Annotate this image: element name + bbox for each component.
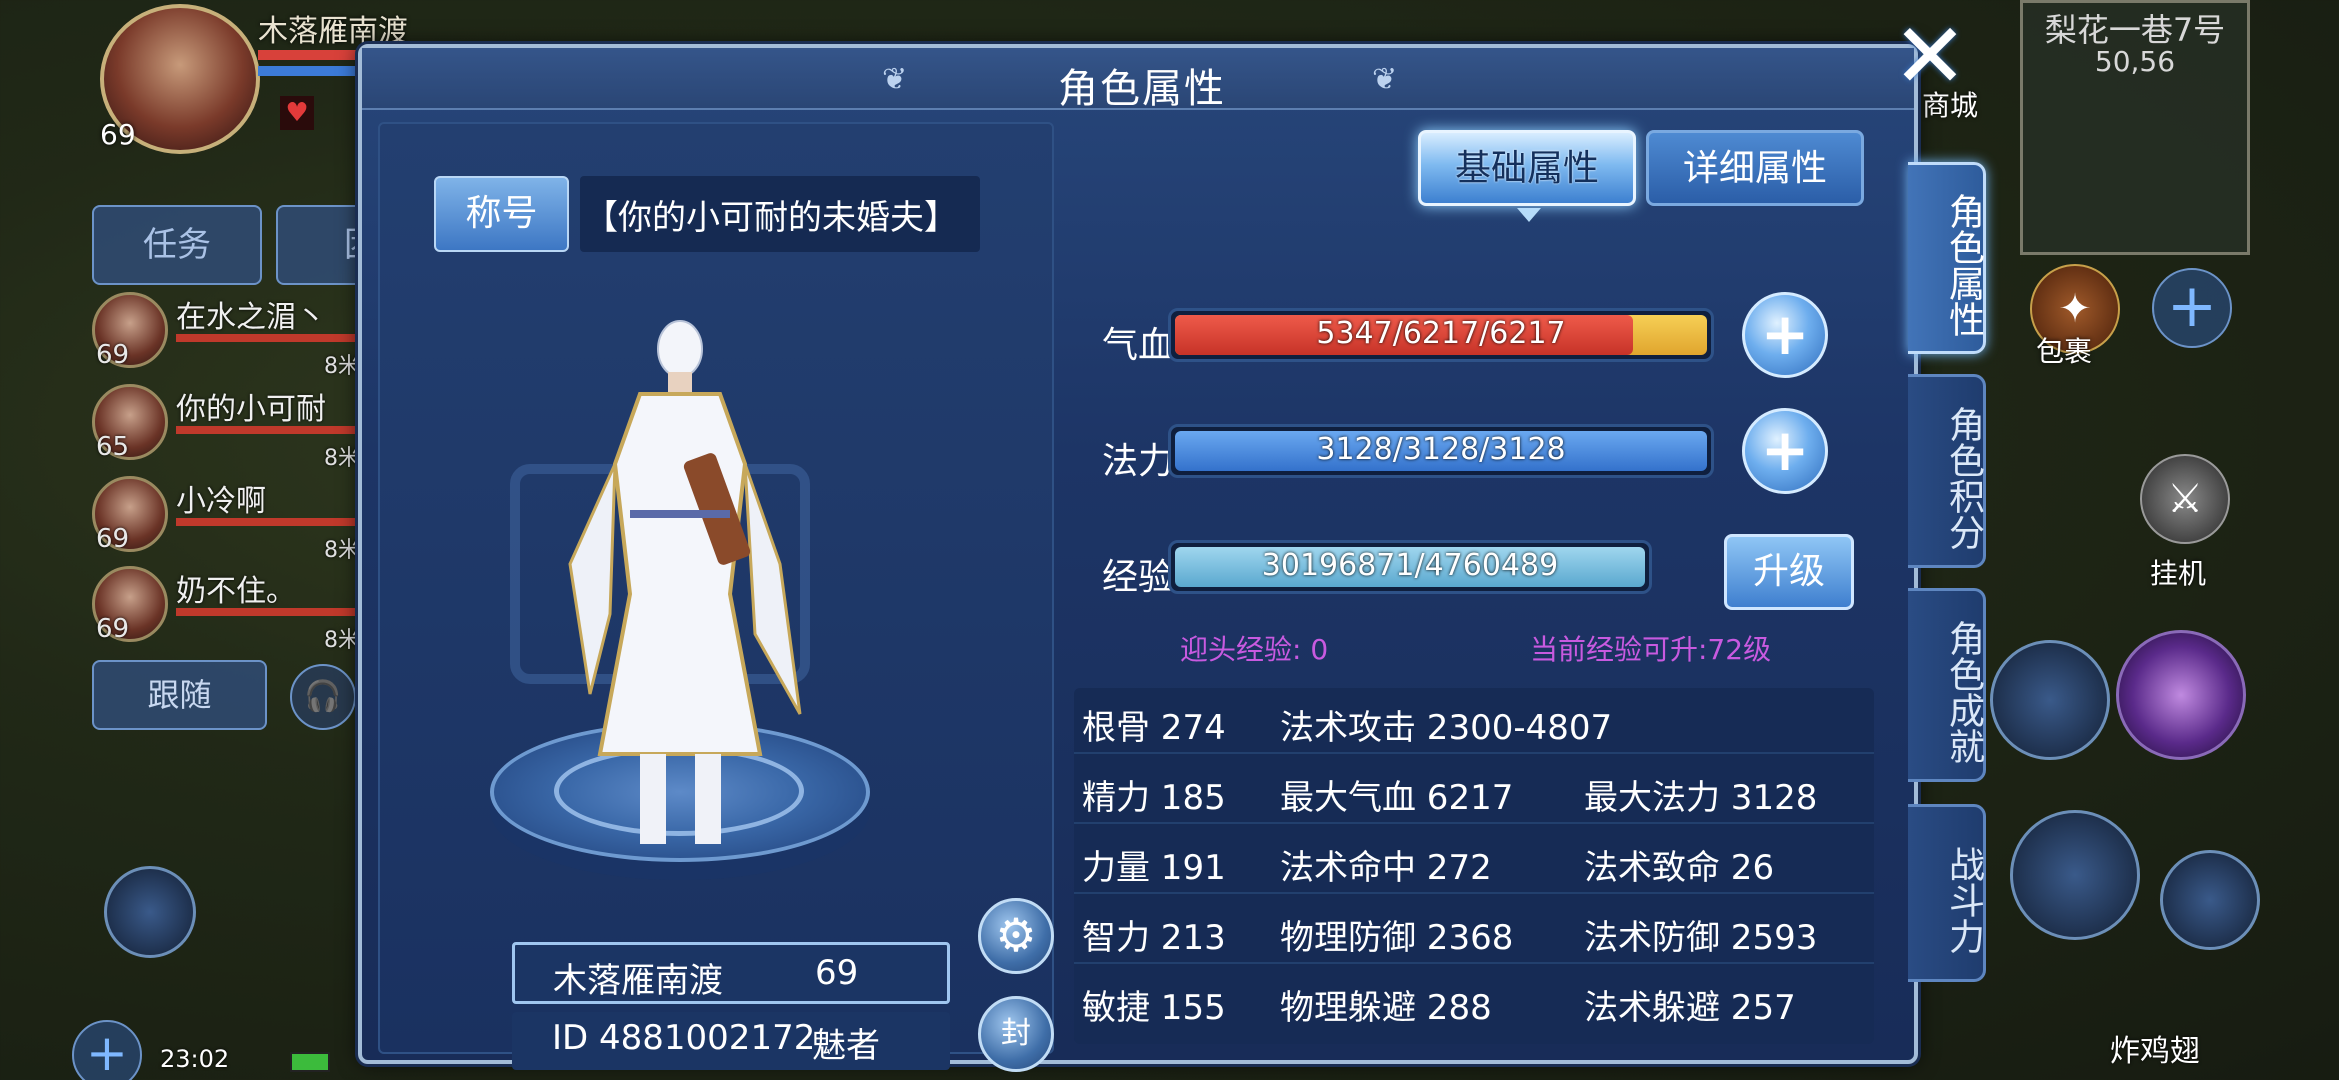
title-text: 【你的小可耐的未婚夫】: [584, 198, 958, 238]
character-name-box: 木落雁南渡 69: [512, 942, 950, 1004]
attribute-cell: 物理防御 2368: [1280, 918, 1514, 958]
attribute-cell: 法术致命 26: [1584, 848, 1775, 888]
attribute-cell: 法术躲避 257: [1584, 988, 1796, 1028]
character-level: 69: [815, 953, 859, 993]
side-tab-combat-power[interactable]: 战斗力: [1908, 804, 1986, 982]
exp-bar: 30196871/4760489: [1168, 540, 1652, 594]
table-row: 精力 185 最大气血 6217 最大法力 3128: [1074, 758, 1874, 824]
tab-pointer: [1517, 208, 1541, 222]
player-hp-bar: [258, 50, 358, 60]
follow-button[interactable]: 跟随: [92, 660, 267, 730]
location-coordinates: 50,56: [2094, 45, 2176, 78]
title-button[interactable]: 称号: [434, 176, 569, 252]
mp-bar: 3128/3128/3128: [1168, 424, 1714, 478]
upgradable-level: 当前经验可升:72级: [1530, 633, 1772, 666]
attribute-cell: 法术攻击 2300-4807: [1280, 708, 1613, 748]
gear-icon[interactable]: ⚙: [978, 898, 1054, 974]
attribute-cell: 最大气血 6217: [1280, 778, 1514, 818]
character-id-box: ID 4881002172 魅者: [512, 1012, 950, 1070]
team-member-name: 小冷啊: [176, 484, 266, 519]
skill-icon[interactable]: [2010, 810, 2140, 940]
attribute-cell: 最大法力 3128: [1584, 778, 1818, 818]
add-mp-button[interactable]: +: [1742, 408, 1828, 494]
hp-value: 5347/6217/6217: [1316, 316, 1566, 351]
seal-button[interactable]: 封: [978, 996, 1054, 1072]
mp-value: 3128/3128/3128: [1316, 432, 1566, 467]
add-icon[interactable]: +: [2152, 268, 2232, 348]
side-tab-attributes[interactable]: 角色属性: [1908, 162, 1986, 354]
stats-area: 基础属性 详细属性 气血 5347/6217/6217 + 法力 3128/31…: [1062, 122, 1902, 1054]
panel-header: ❦ 角色属性 ❦: [362, 48, 1914, 112]
skill-icon[interactable]: [104, 866, 196, 958]
team-member-level: 69: [96, 524, 130, 554]
mp-label: 法力: [1102, 441, 1175, 482]
close-icon[interactable]: ✕: [1880, 12, 1980, 102]
team-member[interactable]: 65 你的小可耐 8米: [92, 384, 436, 471]
side-tab-points[interactable]: 角色积分: [1908, 374, 1986, 568]
side-tab-achievements[interactable]: 角色成就: [1908, 588, 1986, 782]
team-member[interactable]: 69 在水之湄丶 8米: [92, 292, 436, 379]
exp-label: 经验: [1102, 557, 1175, 598]
team-member-distance: 8米: [324, 446, 360, 471]
team-member-level: 65: [96, 432, 130, 462]
player-mp-bar: [258, 66, 358, 76]
hp-bar: 5347/6217/6217: [1168, 308, 1714, 362]
team-member-distance: 8米: [324, 628, 360, 653]
headset-icon[interactable]: 🎧: [290, 664, 356, 730]
auto-battle-label[interactable]: 挂机: [2150, 552, 2206, 592]
upgrade-button[interactable]: 升级: [1724, 534, 1854, 610]
crossed-swords-icon[interactable]: ⚔: [2140, 454, 2230, 544]
character-model-area: 称号 【你的小可耐的未婚夫】 木落雁南渡 69 ID 4881002172 魅者: [378, 122, 1054, 1072]
team-member-distance: 8米: [324, 538, 360, 563]
attribute-cell: 法术防御 2593: [1584, 918, 1818, 958]
player-level: 69: [100, 118, 136, 151]
skill-icon[interactable]: [1990, 640, 2110, 760]
attribute-table: 根骨 274 法术攻击 2300-4807 精力 185 最大气血 6217 最…: [1074, 688, 1874, 1044]
clock: 23:02: [160, 1045, 230, 1073]
attribute-cell: 力量 191: [1082, 848, 1226, 888]
attribute-cell: 精力 185: [1082, 778, 1226, 818]
character-attributes-panel: ❦ 角色属性 ❦ 称号 【你的小可耐的未婚夫】 木落雁南渡 69 ID 4881…: [358, 44, 1918, 1072]
team-member[interactable]: 69 小冷啊 8米: [92, 476, 436, 563]
character-name: 木落雁南渡: [553, 961, 723, 1001]
battery-icon: [290, 1052, 330, 1072]
team-member-name: 奶不住。: [176, 574, 296, 609]
table-row: 智力 213 物理防御 2368 法术防御 2593: [1074, 898, 1874, 964]
skill-icon[interactable]: [2116, 630, 2246, 760]
add-hp-button[interactable]: +: [1742, 292, 1828, 378]
team-member-name: 在水之湄丶: [176, 300, 326, 335]
chicken-label: 炸鸡翅: [2110, 1034, 2200, 1069]
title-display: 【你的小可耐的未婚夫】: [580, 176, 980, 252]
heart-icon[interactable]: ♥: [280, 96, 314, 130]
attribute-cell: 智力 213: [1082, 918, 1226, 958]
tab-detail-attributes[interactable]: 详细属性: [1646, 130, 1864, 206]
lock-icon[interactable]: [2160, 850, 2260, 950]
team-member-level: 69: [96, 614, 130, 644]
exp-value: 30196871/4760489: [1261, 548, 1559, 583]
bag-label[interactable]: 包裹: [2036, 330, 2092, 370]
hp-label: 气血: [1102, 325, 1175, 366]
team-member-distance: 8米: [324, 354, 360, 379]
tab-basic-attributes[interactable]: 基础属性: [1418, 130, 1636, 206]
attribute-cell: 法术命中 272: [1280, 848, 1492, 888]
team-member[interactable]: 69 奶不住。 8米: [92, 566, 436, 653]
ornament-icon: ❦: [1372, 62, 1398, 97]
table-row: 力量 191 法术命中 272 法术致命 26: [1074, 828, 1874, 894]
tab-quest[interactable]: 任务: [92, 205, 262, 285]
character-class: 魅者: [812, 1026, 880, 1066]
welcome-exp: 迎头经验: 0: [1180, 633, 1329, 666]
team-member-name: 你的小可耐: [176, 392, 326, 427]
table-row: 敏捷 155 物理躲避 288 法术躲避 257: [1074, 968, 1874, 1034]
character-id: ID 4881002172: [552, 1018, 816, 1058]
attribute-cell: 物理躲避 288: [1280, 988, 1492, 1028]
minimap[interactable]: 梨花一巷7号 50,56: [2020, 0, 2250, 255]
panel-title: 角色属性: [1058, 66, 1226, 112]
table-row: 根骨 274 法术攻击 2300-4807: [1074, 688, 1874, 754]
character-model[interactable]: [530, 314, 830, 874]
attribute-cell: 根骨 274: [1082, 708, 1226, 748]
team-member-level: 69: [96, 340, 130, 370]
attribute-cell: 敏捷 155: [1082, 988, 1226, 1028]
